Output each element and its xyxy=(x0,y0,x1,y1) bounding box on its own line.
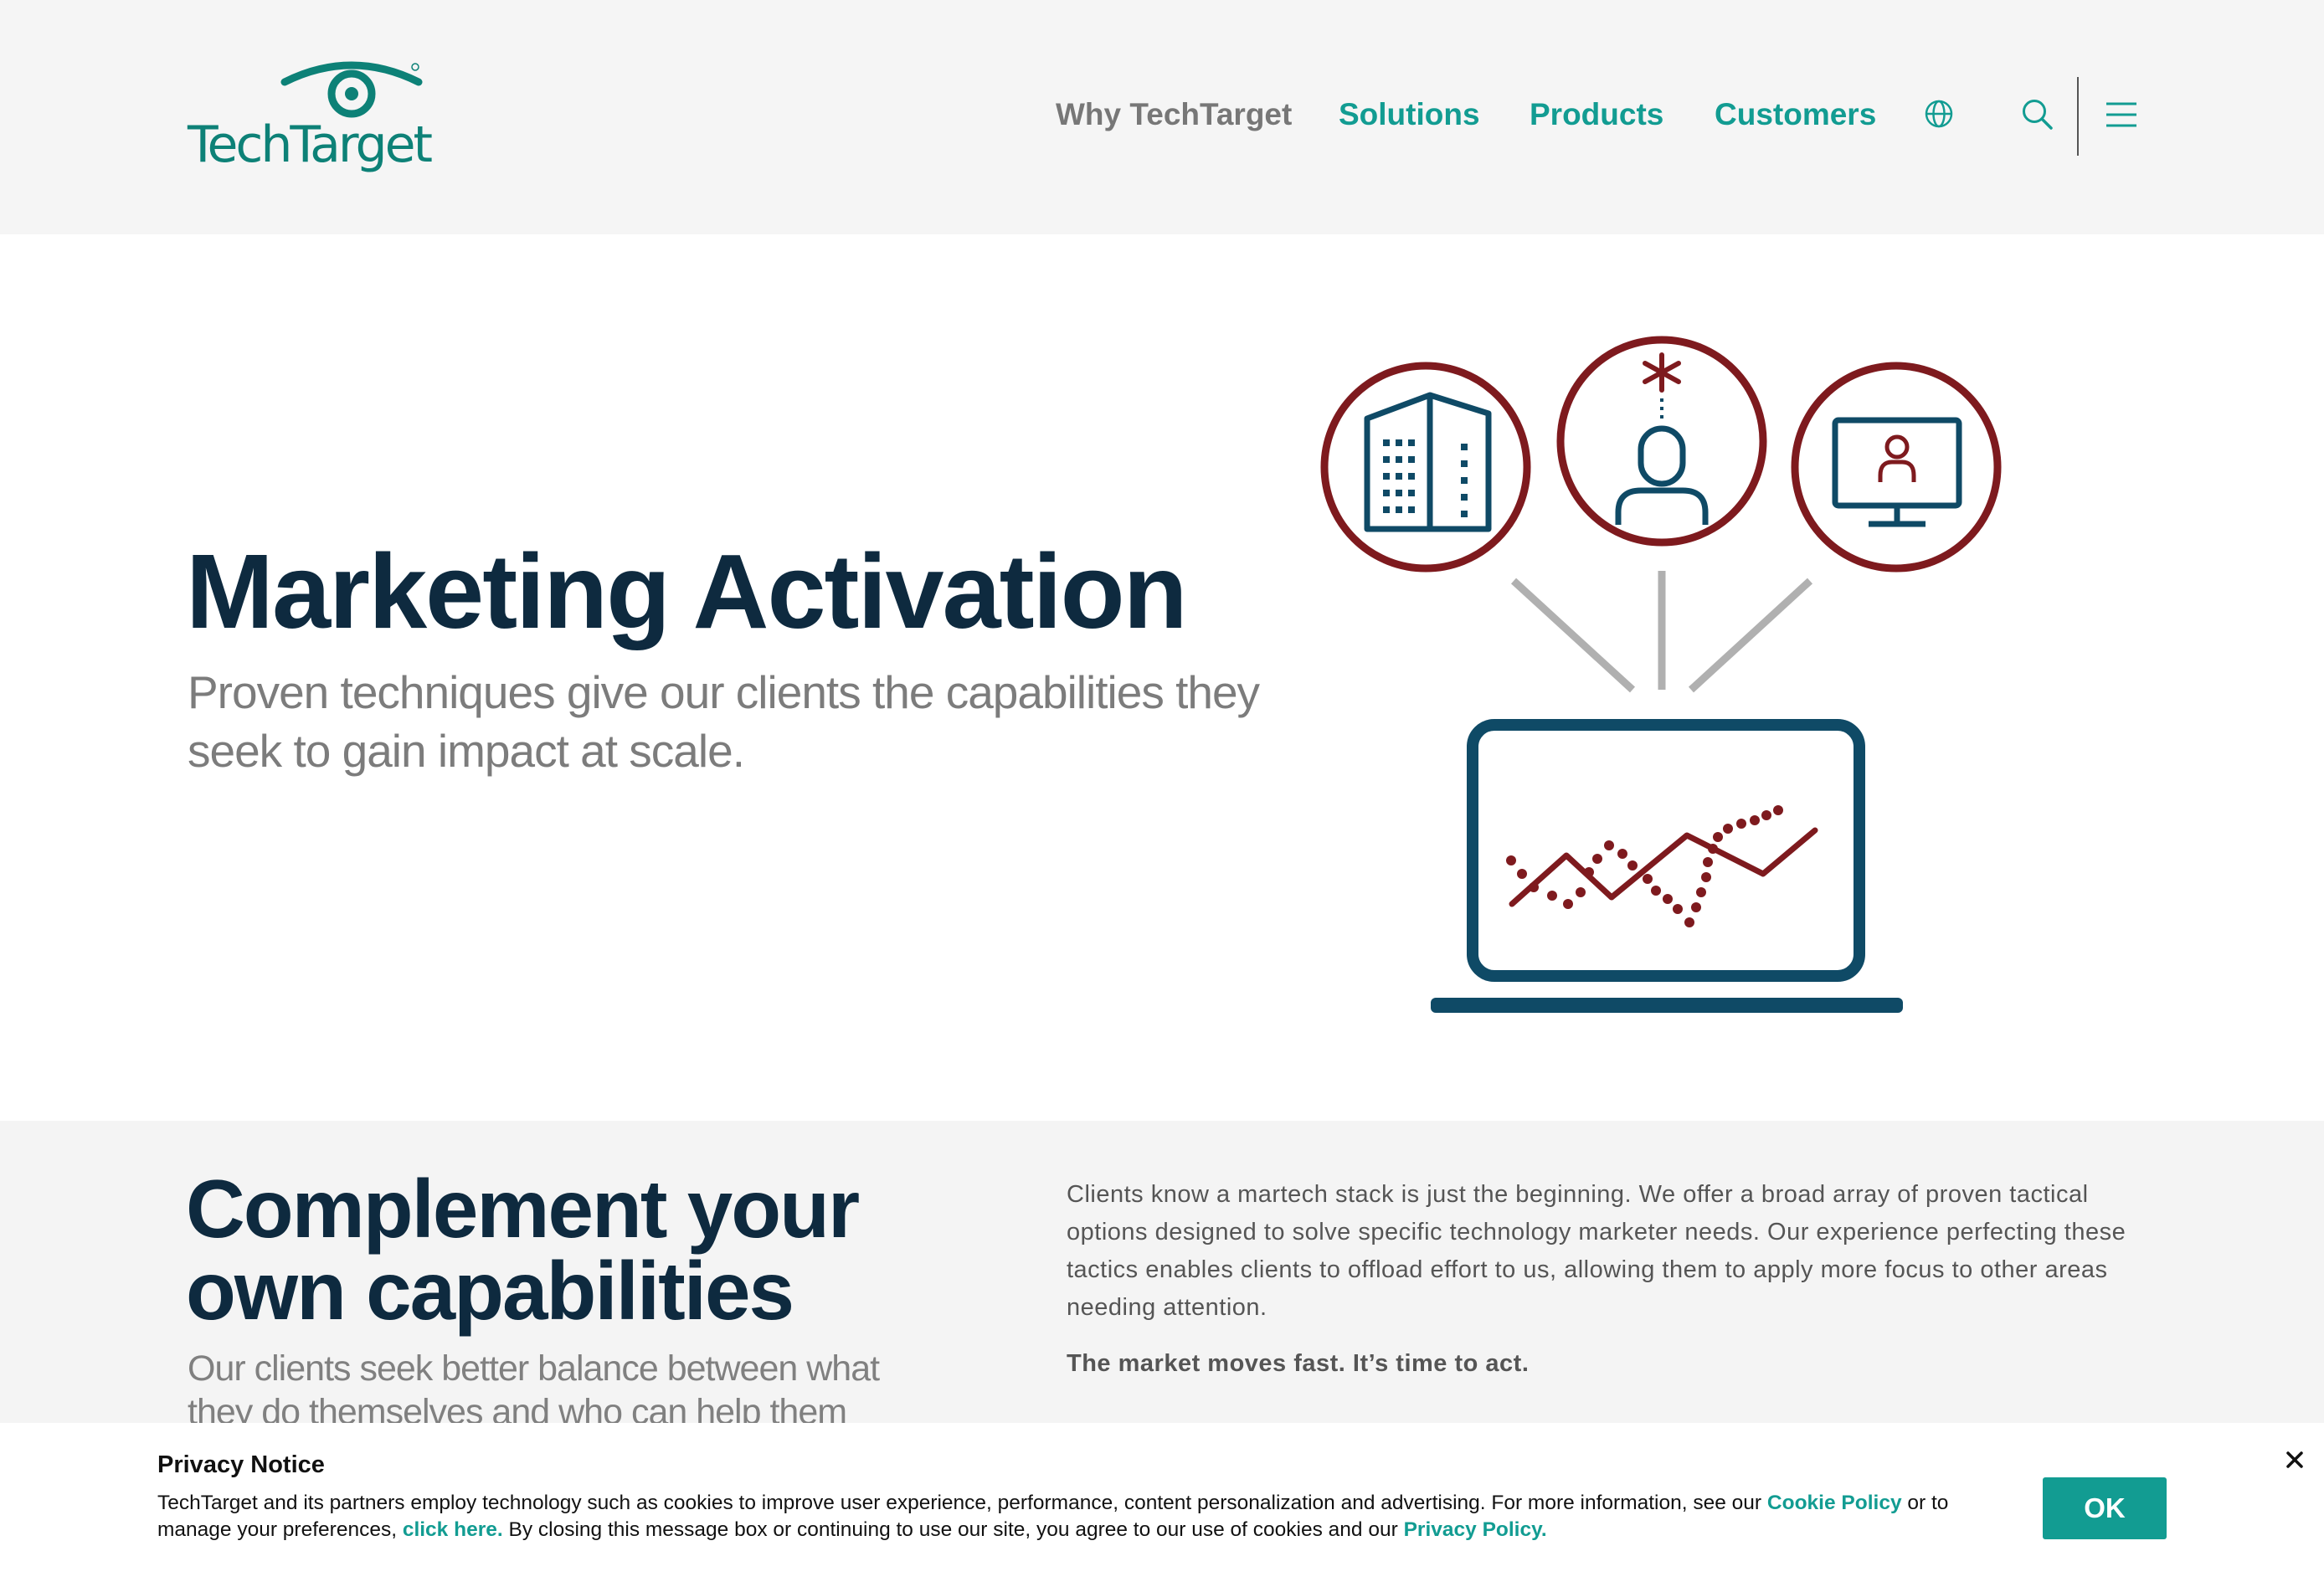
nav-solutions[interactable]: Solutions xyxy=(1339,97,1480,132)
section-paragraph: Clients know a martech stack is just the… xyxy=(1067,1181,2126,1321)
privacy-notice-banner: Privacy Notice TechTarget and its partne… xyxy=(0,1423,2324,1587)
header-divider xyxy=(2077,77,2079,156)
nav-why-techtarget[interactable]: Why TechTarget xyxy=(1056,97,1292,132)
hero-title: Marketing Activation xyxy=(186,532,1188,650)
nav-products[interactable]: Products xyxy=(1530,97,1663,132)
privacy-text-part-3: By closing this message box or continuin… xyxy=(502,1518,1404,1541)
privacy-notice-text: TechTarget and its partners employ techn… xyxy=(157,1490,2016,1543)
close-icon[interactable] xyxy=(2285,1450,2305,1474)
manage-preferences-link[interactable]: click here. xyxy=(403,1518,503,1541)
marketing-activation-illustration xyxy=(1306,326,2026,1030)
privacy-policy-link[interactable]: Privacy Policy. xyxy=(1404,1518,1547,1541)
monitor-person-icon xyxy=(1791,362,2002,573)
section-subtitle: Our clients seek better balance between … xyxy=(188,1348,880,1432)
section-bold-callout: The market moves fast. It’s time to act. xyxy=(1067,1350,1530,1377)
hamburger-menu-icon[interactable] xyxy=(2105,100,2138,133)
section-title: Complement your own capabilities xyxy=(186,1163,860,1337)
page: TechTarget Why TechTarget Solutions Prod… xyxy=(0,0,2324,1587)
nav-customers[interactable]: Customers xyxy=(1715,97,1876,132)
person-idea-icon xyxy=(1556,336,1767,547)
cookie-policy-link[interactable]: Cookie Policy xyxy=(1767,1492,1902,1514)
search-icon[interactable] xyxy=(2021,98,2054,136)
building-icon xyxy=(1320,362,1531,573)
ok-button[interactable]: OK xyxy=(2043,1477,2167,1539)
techtarget-logo[interactable]: TechTarget xyxy=(186,55,433,181)
logo-wordmark: TechTarget xyxy=(188,116,433,174)
globe-icon[interactable] xyxy=(1924,99,1954,133)
connector-lines xyxy=(1510,571,1813,693)
privacy-text-part-1: TechTarget and its partners employ techn… xyxy=(157,1492,1767,1514)
site-header: TechTarget Why TechTarget Solutions Prod… xyxy=(0,0,2324,234)
hero-subtitle: Proven techniques give our clients the c… xyxy=(188,666,1260,777)
laptop-chart-icon xyxy=(1431,719,1903,1013)
privacy-notice-title: Privacy Notice xyxy=(157,1451,325,1478)
